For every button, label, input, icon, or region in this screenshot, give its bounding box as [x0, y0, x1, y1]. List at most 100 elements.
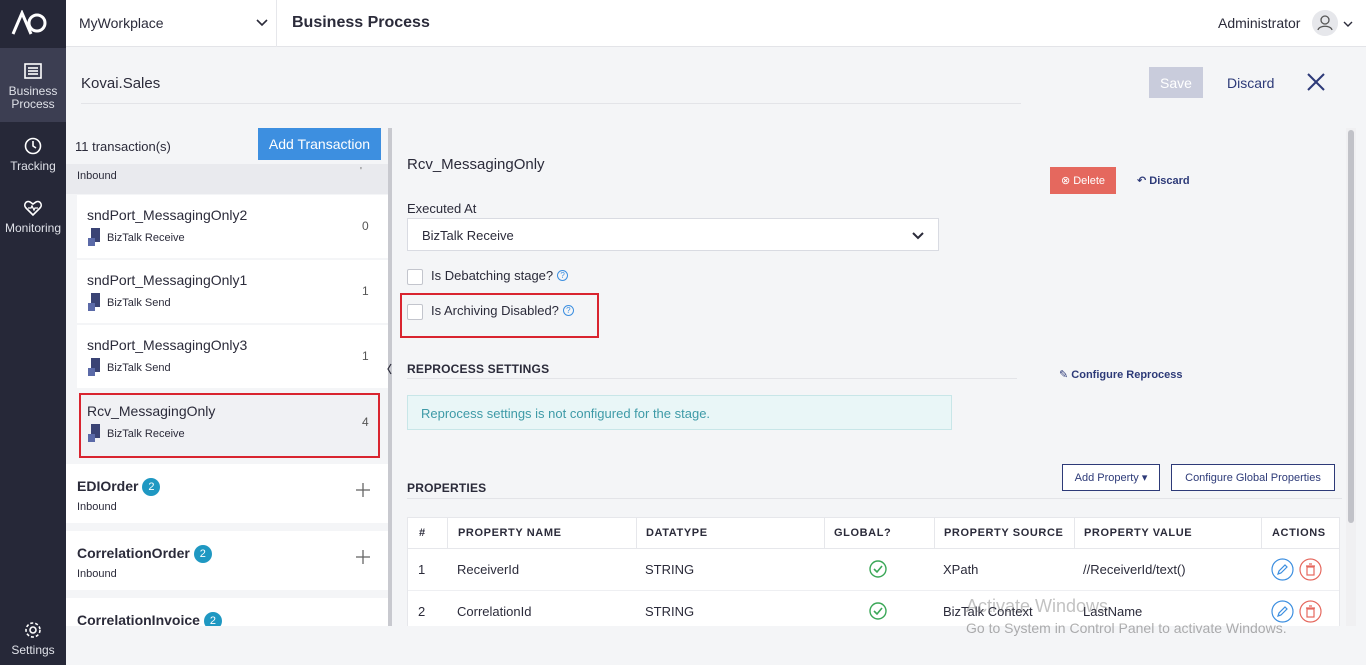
stage-card[interactable]: sndPort_MessagingOnly1 BizTalk Send 1	[77, 260, 388, 323]
transaction-group[interactable]: CorrelationInvoice 2	[66, 598, 388, 626]
group-direction: Inbound	[77, 170, 117, 182]
column-header: ACTIONS	[1272, 527, 1326, 539]
transaction-group[interactable]: CorrelationOrder 2 Inbound	[66, 531, 388, 590]
reprocess-info-box: Reprocess settings is not configured for…	[407, 395, 952, 430]
transaction-group[interactable]: EDIOrder 2 Inbound	[66, 464, 388, 523]
app-logo-icon[interactable]	[11, 10, 47, 36]
divider	[1261, 518, 1262, 549]
biztalk-icon	[88, 424, 100, 442]
group-direction: Inbound	[77, 568, 117, 580]
divider	[447, 518, 448, 549]
debatching-checkbox[interactable]	[407, 268, 423, 285]
discard-button[interactable]: Discard	[1227, 75, 1274, 91]
configure-reprocess-link[interactable]: ✎ Configure Reprocess	[1059, 368, 1183, 381]
heart-icon	[23, 200, 43, 217]
biztalk-icon	[88, 358, 100, 376]
group-name: CorrelationOrder 2	[77, 545, 212, 563]
biztalk-icon	[88, 228, 100, 246]
save-button[interactable]: Save	[1149, 67, 1203, 98]
stage-discard-link[interactable]: ↶ Discard	[1137, 174, 1190, 187]
nav-item-business-process[interactable]: Business Process	[0, 48, 66, 122]
archiving-checkbox[interactable]	[407, 303, 423, 320]
divider	[636, 518, 637, 549]
stage-name: Rcv_MessagingOnly	[87, 403, 216, 419]
stage-type: BizTalk Send	[107, 297, 171, 309]
executed-at-value: BizTalk Receive	[422, 228, 514, 243]
workplace-name: MyWorkplace	[79, 15, 164, 31]
transaction-list-panel: 11 transaction(s) Add Transaction Inboun…	[66, 128, 392, 626]
detail-scrollbar[interactable]	[1346, 128, 1356, 626]
biztalk-icon	[88, 293, 100, 311]
archiving-label: Is Archiving Disabled?	[431, 303, 559, 318]
debatching-label: Is Debatching stage?	[431, 268, 554, 283]
stage-card-selected[interactable]: Rcv_MessagingOnly BizTalk Receive 4	[79, 393, 380, 458]
property-value: //ReceiverId/text()	[1083, 562, 1186, 577]
plus-icon[interactable]	[356, 550, 370, 564]
delete-icon[interactable]	[1299, 600, 1322, 623]
property-datatype: STRING	[645, 604, 695, 619]
add-transaction-button[interactable]: Add Transaction	[258, 128, 381, 160]
count-badge: 2	[142, 478, 161, 496]
stage-count: 4	[362, 415, 369, 429]
scrollbar-thumb[interactable]	[1348, 130, 1354, 523]
executed-at-select[interactable]: BizTalk Receive	[407, 218, 939, 251]
process-name: Kovai.Sales	[81, 75, 161, 92]
workplace-selector[interactable]: MyWorkplace	[66, 0, 277, 47]
add-property-button[interactable]: Add Property ▾	[1062, 464, 1160, 491]
stage-card[interactable]: sndPort_MessagingOnly2 BizTalk Receive 0	[77, 195, 388, 258]
properties-table: # PROPERTY NAME DATATYPE GLOBAL? PROPERT…	[407, 517, 1340, 626]
chevron-down-icon	[912, 232, 924, 240]
close-icon[interactable]	[1306, 72, 1326, 92]
activation-watermark-text: Go to System in Control Panel to activat…	[966, 620, 1287, 636]
column-header: GLOBAL?	[834, 527, 892, 539]
check-circle-icon	[869, 602, 887, 620]
nav-item-tracking[interactable]: Tracking	[0, 136, 66, 173]
column-header: DATATYPE	[646, 527, 708, 539]
stage-count: 0	[362, 219, 369, 233]
nav-item-label: Business Process	[8, 84, 58, 111]
divider	[824, 518, 825, 549]
nav-item-monitoring[interactable]: Monitoring	[0, 198, 66, 235]
debatching-row: Is Debatching stage??	[407, 268, 569, 285]
help-icon[interactable]: ?	[557, 270, 569, 281]
table-row: 1 ReceiverId STRING XPath //ReceiverId/t…	[408, 549, 1339, 591]
table-header: # PROPERTY NAME DATATYPE GLOBAL? PROPERT…	[408, 518, 1339, 549]
column-header: PROPERTY NAME	[458, 527, 562, 539]
chevron-down-icon	[256, 19, 268, 27]
chevron-down-icon[interactable]	[1343, 19, 1353, 29]
count-badge: 2	[203, 612, 222, 626]
left-nav: Business Process Tracking Monitoring Set…	[0, 0, 66, 665]
configure-global-properties-button[interactable]: Configure Global Properties	[1171, 464, 1335, 491]
caret-icon: '	[360, 166, 362, 177]
clock-icon	[24, 137, 42, 155]
group-direction: Inbound	[77, 501, 117, 513]
reprocess-info-text: Reprocess settings is not configured for…	[421, 406, 711, 421]
property-name: ReceiverId	[457, 562, 520, 577]
divider	[81, 103, 1021, 104]
nav-item-label: Settings	[11, 643, 55, 657]
stage-count: 1	[362, 349, 369, 363]
transaction-group-header[interactable]: Inbound '	[66, 164, 388, 194]
delete-button[interactable]: ⊗ Delete	[1050, 167, 1116, 194]
nav-item-label: Monitoring	[4, 221, 62, 235]
avatar[interactable]	[1312, 10, 1338, 36]
plus-icon[interactable]	[356, 483, 370, 497]
help-icon[interactable]: ?	[562, 305, 574, 316]
stage-type: BizTalk Send	[107, 362, 171, 374]
stage-card[interactable]: sndPort_MessagingOnly3 BizTalk Send 1	[77, 325, 388, 388]
nav-item-settings[interactable]: Settings	[0, 620, 66, 657]
delete-icon[interactable]	[1299, 558, 1322, 581]
list-icon	[24, 63, 42, 79]
group-name: CorrelationInvoice 2	[77, 612, 222, 626]
column-header: #	[419, 527, 426, 539]
group-name: EDIOrder 2	[77, 478, 161, 496]
column-header: PROPERTY SOURCE	[944, 527, 1064, 539]
stage-type: BizTalk Receive	[107, 428, 185, 440]
stage-name: sndPort_MessagingOnly2	[87, 207, 248, 223]
user-name[interactable]: Administrator	[1218, 15, 1300, 31]
property-source: XPath	[943, 562, 979, 577]
gear-icon	[25, 622, 41, 638]
edit-icon[interactable]	[1271, 558, 1294, 581]
nav-item-label: Tracking	[10, 159, 56, 173]
transaction-count: 11 transaction(s)	[75, 139, 171, 154]
